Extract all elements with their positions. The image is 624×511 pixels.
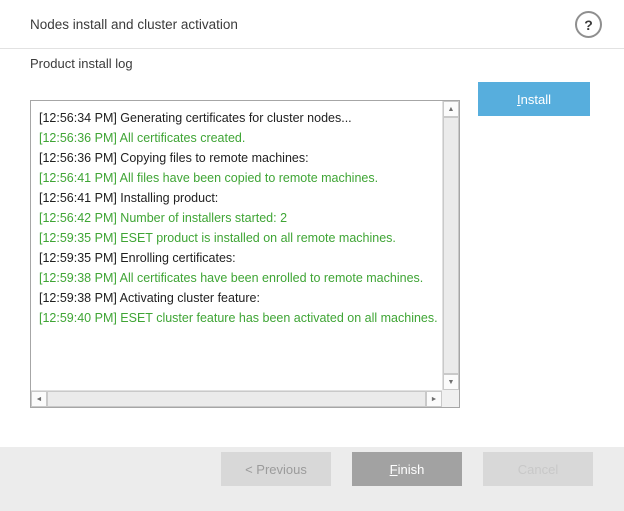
log-line: [12:59:35 PM] Enrolling certificates: bbox=[39, 248, 438, 268]
arrow-up-icon: ▲ bbox=[448, 106, 455, 113]
product-install-log: [12:56:34 PM] Generating certificates fo… bbox=[30, 100, 460, 408]
previous-button[interactable]: < Previous bbox=[221, 452, 331, 486]
log-line: [12:59:40 PM] ESET cluster feature has b… bbox=[39, 308, 438, 328]
finish-button[interactable]: Finish bbox=[352, 452, 462, 486]
help-button[interactable]: ? bbox=[575, 11, 602, 38]
scroll-up-button[interactable]: ▲ bbox=[443, 101, 459, 117]
log-line: [12:59:38 PM] All certificates have been… bbox=[39, 268, 438, 288]
footer-bar: < Previous Finish Cancel bbox=[0, 447, 624, 511]
log-line: [12:56:42 PM] Number of installers start… bbox=[39, 208, 438, 228]
finish-button-label: Finish bbox=[390, 462, 425, 477]
scroll-down-button[interactable]: ▼ bbox=[443, 374, 459, 390]
vertical-scrollbar[interactable]: ▲ ▼ bbox=[442, 101, 459, 390]
scroll-right-button[interactable]: ► bbox=[426, 391, 442, 407]
page-title: Nodes install and cluster activation bbox=[30, 17, 238, 32]
cancel-button-label: Cancel bbox=[518, 462, 558, 477]
arrow-down-icon: ▼ bbox=[448, 379, 455, 386]
arrow-left-icon: ◄ bbox=[36, 396, 43, 403]
scrollbar-corner bbox=[442, 390, 459, 407]
arrow-right-icon: ► bbox=[431, 396, 438, 403]
cancel-button[interactable]: Cancel bbox=[483, 452, 593, 486]
scroll-left-button[interactable]: ◄ bbox=[31, 391, 47, 407]
log-line: [12:56:41 PM] Installing product: bbox=[39, 188, 438, 208]
log-line: [12:59:38 PM] Activating cluster feature… bbox=[39, 288, 438, 308]
horizontal-scrollbar-thumb[interactable] bbox=[47, 391, 426, 407]
log-lines: [12:56:34 PM] Generating certificates fo… bbox=[31, 101, 442, 390]
log-line: [12:56:41 PM] All files have been copied… bbox=[39, 168, 438, 188]
vertical-scrollbar-thumb[interactable] bbox=[443, 117, 459, 374]
install-button[interactable]: Install bbox=[478, 82, 590, 116]
product-install-log-label: Product install log bbox=[30, 56, 133, 71]
log-line: [12:56:34 PM] Generating certificates fo… bbox=[39, 108, 438, 128]
install-button-label: Install bbox=[517, 92, 551, 107]
dialog-header: Nodes install and cluster activation bbox=[0, 0, 624, 49]
question-mark-icon: ? bbox=[584, 17, 593, 33]
log-line: [12:56:36 PM] Copying files to remote ma… bbox=[39, 148, 438, 168]
horizontal-scrollbar[interactable]: ◄ ► bbox=[31, 390, 442, 407]
previous-button-label: < Previous bbox=[245, 462, 307, 477]
log-line: [12:59:35 PM] ESET product is installed … bbox=[39, 228, 438, 248]
log-line: [12:56:36 PM] All certificates created. bbox=[39, 128, 438, 148]
